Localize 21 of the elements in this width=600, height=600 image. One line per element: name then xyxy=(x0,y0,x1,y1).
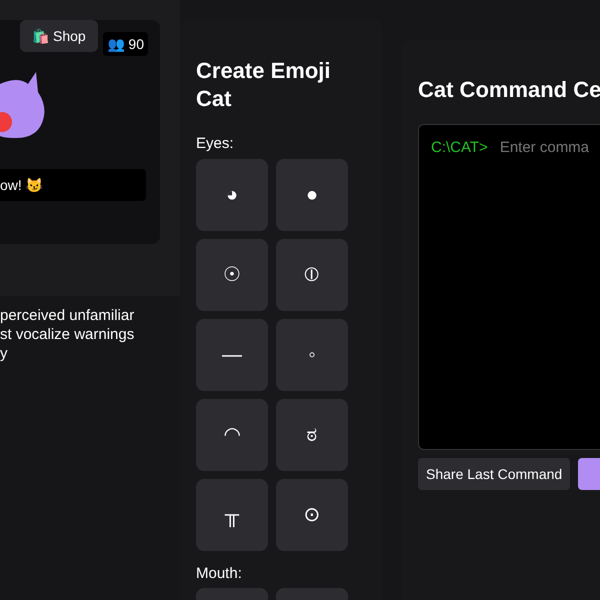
eye-option-button[interactable]: ◦ xyxy=(276,318,348,390)
eye-option-button[interactable]: ⊙ xyxy=(276,478,348,550)
command-input[interactable]: Enter comma xyxy=(500,137,600,160)
eye-option-button[interactable]: ● xyxy=(276,158,348,230)
viewer-count: 90 xyxy=(128,35,144,54)
eye-option-button[interactable]: ╥ xyxy=(196,478,268,550)
cat-description: perceived unfamiliar st vocalize warnings y xyxy=(0,306,136,363)
share-button[interactable]: Share Last Command xyxy=(418,458,570,490)
eye-option-button[interactable]: ◠ xyxy=(196,398,268,470)
mouth-label: Mouth: xyxy=(196,564,243,584)
people-icon: 👥 xyxy=(107,34,124,54)
eye-option-button[interactable]: ◕ xyxy=(196,158,268,230)
cat-message: ow! 😼 xyxy=(0,169,146,201)
eye-option-button[interactable]: ಠ xyxy=(276,398,348,470)
eye-option-button[interactable]: ☉ xyxy=(196,238,268,310)
shop-button[interactable]: 🛍 Shop xyxy=(20,20,98,52)
eye-option-button[interactable]: — xyxy=(196,318,268,390)
terminal-prompt: C:\CAT> xyxy=(431,138,488,158)
eye-option-button[interactable]: ⦶ xyxy=(276,238,348,310)
builder-title: Create Emoji Cat xyxy=(196,57,332,113)
eyes-label: Eyes: xyxy=(196,134,235,154)
